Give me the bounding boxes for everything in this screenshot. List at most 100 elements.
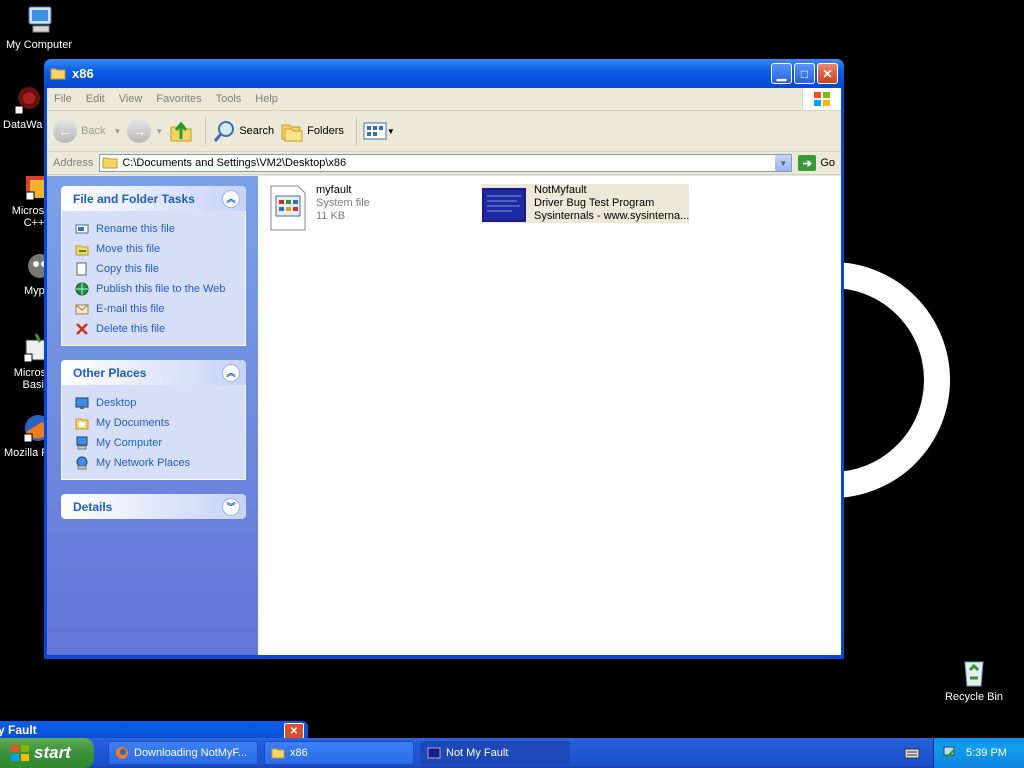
- rename-icon: [74, 221, 90, 237]
- task-label: Not My Fault: [446, 747, 509, 759]
- expand-icon[interactable]: ︾: [222, 497, 240, 516]
- my-network-places-link[interactable]: My Network Places: [74, 453, 233, 473]
- windows-logo-icon: [802, 88, 841, 110]
- desktop-icon-label: Recycle Bin: [944, 691, 1004, 703]
- menu-bar: File Edit View Favorites Tools Help: [47, 88, 841, 111]
- delete-icon: [74, 321, 90, 337]
- menu-file[interactable]: File: [47, 93, 79, 105]
- panel-header[interactable]: Details ︾: [61, 494, 246, 519]
- file-list-area: myfault System file 11 KB NotMyfault Dri…: [258, 176, 841, 655]
- chevron-down-icon: ▼: [155, 126, 164, 136]
- panel-title: Details: [73, 499, 113, 514]
- desktop-icon-my-computer[interactable]: My Computer: [0, 4, 78, 51]
- link-label: Move this file: [96, 243, 161, 255]
- my-documents-link[interactable]: My Documents: [74, 413, 233, 433]
- windows-logo-icon: [11, 745, 29, 761]
- panel-body: Rename this file Move this file Copy thi…: [61, 211, 246, 346]
- folder-icon: [102, 157, 118, 169]
- network-tray-icon[interactable]: [942, 745, 958, 761]
- file-item-myfault[interactable]: myfault System file 11 KB: [268, 184, 370, 232]
- system-tray: 5:39 PM: [933, 738, 1024, 768]
- keyboard-icon[interactable]: [904, 746, 920, 760]
- rename-file-link[interactable]: Rename this file: [74, 219, 233, 239]
- close-button[interactable]: ✕: [284, 723, 304, 739]
- file-folder-tasks-panel: File and Folder Tasks ︽ Rename this file…: [61, 186, 246, 346]
- firefox-icon: [116, 747, 128, 759]
- address-value: C:\Documents and Settings\VM2\Desktop\x8…: [122, 157, 347, 169]
- minimize-button[interactable]: ▁: [771, 63, 792, 84]
- background-window-title: y Fault: [0, 722, 37, 737]
- details-panel: Details ︾: [61, 494, 246, 519]
- search-icon: [214, 121, 235, 142]
- search-button[interactable]: Search: [212, 119, 274, 143]
- explorer-window: x86 ▁ □ ✕ File Edit View Favorites Tools…: [44, 59, 844, 659]
- folder-up-icon: [170, 121, 192, 142]
- publish-web-link[interactable]: Publish this file to the Web: [74, 279, 233, 299]
- menu-favorites[interactable]: Favorites: [149, 93, 208, 105]
- window-titlebar[interactable]: x86 ▁ □ ✕: [44, 59, 844, 88]
- task-label: x86: [290, 747, 308, 759]
- notmyfault-app-icon: [427, 747, 441, 759]
- file-company: Sysinternals - www.sysinterna...: [534, 210, 690, 222]
- background-window-titlebar[interactable]: y Fault ✕: [0, 721, 308, 739]
- other-places-panel: Other Places ︽ Desktop My Documents My C…: [61, 360, 246, 480]
- up-button[interactable]: [169, 119, 193, 143]
- link-label: Publish this file to the Web: [96, 283, 226, 295]
- copy-icon: [74, 261, 90, 277]
- go-button[interactable]: ➔ Go: [798, 155, 835, 171]
- back-button[interactable]: ← Back ▼: [53, 119, 121, 143]
- link-label: Delete this file: [96, 323, 166, 335]
- delete-file-link[interactable]: Delete this file: [74, 319, 233, 339]
- notmyfault-app-icon: [482, 188, 526, 222]
- panel-header[interactable]: File and Folder Tasks ︽: [61, 186, 246, 211]
- address-dropdown-button[interactable]: ▼: [775, 155, 792, 171]
- my-computer-link[interactable]: My Computer: [74, 433, 233, 453]
- file-item-notmyfault[interactable]: NotMyfault Driver Bug Test Program Sysin…: [482, 184, 690, 223]
- file-name: myfault: [316, 184, 352, 196]
- maximize-button[interactable]: □: [794, 63, 815, 84]
- datawarehouse-icon: [13, 84, 45, 116]
- email-file-link[interactable]: E-mail this file: [74, 299, 233, 319]
- recycle-bin-icon: [958, 656, 990, 688]
- copy-file-link[interactable]: Copy this file: [74, 259, 233, 279]
- move-icon: [74, 241, 90, 257]
- system-file-icon: [270, 185, 306, 231]
- task-label: Downloading NotMyF...: [134, 747, 248, 759]
- link-label: Desktop: [96, 397, 137, 409]
- link-label: My Network Places: [96, 457, 191, 469]
- address-input[interactable]: C:\Documents and Settings\VM2\Desktop\x8…: [99, 154, 793, 172]
- menu-tools[interactable]: Tools: [209, 93, 249, 105]
- file-text: myfault System file 11 KB: [316, 184, 370, 232]
- desktop-icon-label: My Computer: [5, 39, 73, 51]
- clock[interactable]: 5:39 PM: [966, 747, 1007, 759]
- menu-view[interactable]: View: [112, 93, 150, 105]
- collapse-icon[interactable]: ︽: [222, 363, 240, 382]
- desktop-link[interactable]: Desktop: [74, 393, 233, 413]
- taskbar-item-notmyfault[interactable]: Not My Fault: [420, 741, 570, 765]
- taskbar-item-x86[interactable]: x86: [264, 741, 414, 765]
- desktop-icon: [74, 395, 90, 411]
- chevron-down-icon: ▼: [386, 126, 395, 136]
- address-bar: Address C:\Documents and Settings\VM2\De…: [47, 152, 841, 175]
- panel-header[interactable]: Other Places ︽: [61, 360, 246, 385]
- folders-icon: [281, 124, 303, 142]
- menu-edit[interactable]: Edit: [79, 93, 112, 105]
- views-button[interactable]: ▼: [363, 121, 395, 141]
- taskbar: start Downloading NotMyF... x86 Not My F…: [0, 738, 1024, 768]
- forward-button[interactable]: → ▼: [127, 119, 163, 143]
- taskbar-item-firefox[interactable]: Downloading NotMyF...: [108, 741, 258, 765]
- collapse-icon[interactable]: ︽: [222, 189, 240, 208]
- my-documents-icon: [74, 415, 90, 431]
- file-text: NotMyfault Driver Bug Test Program Sysin…: [534, 184, 689, 223]
- close-button[interactable]: ✕: [817, 63, 838, 84]
- my-computer-icon: [74, 435, 90, 451]
- back-label: Back: [81, 125, 106, 137]
- start-button[interactable]: start: [0, 738, 94, 768]
- move-file-link[interactable]: Move this file: [74, 239, 233, 259]
- desktop-icon-recycle-bin[interactable]: Recycle Bin: [935, 656, 1013, 703]
- window-client-area: File Edit View Favorites Tools Help ← Ba…: [47, 88, 841, 655]
- network-icon: [74, 455, 90, 471]
- folders-button[interactable]: Folders: [280, 119, 344, 143]
- window-title: x86: [72, 66, 94, 81]
- menu-help[interactable]: Help: [248, 93, 285, 105]
